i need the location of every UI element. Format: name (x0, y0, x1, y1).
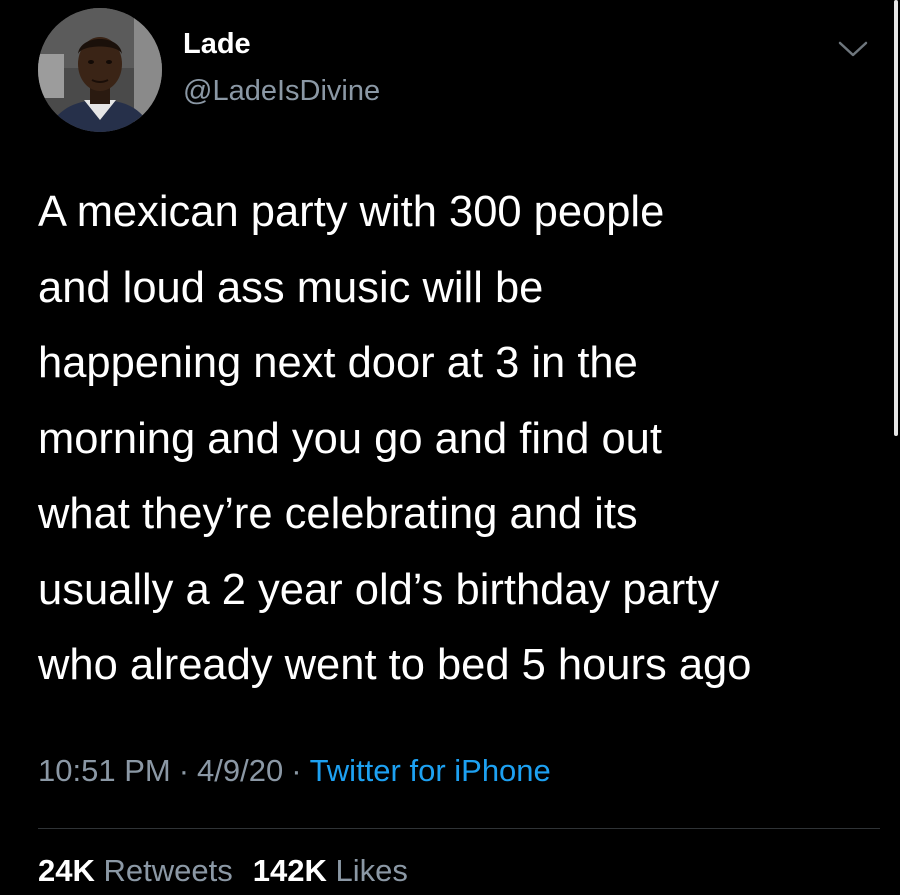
avatar[interactable] (38, 8, 162, 132)
tweet-time[interactable]: 10:51 PM (38, 753, 171, 788)
retweets-count: 24K (38, 853, 95, 888)
tweet-stats: 24K Retweets 142K Likes (38, 853, 408, 889)
meta-separator: · (291, 753, 302, 788)
divider (38, 828, 880, 829)
tweet-text-line: who already went to bed 5 hours ago (38, 641, 752, 689)
tweet-date[interactable]: 4/9/20 (197, 753, 283, 788)
tweet-text-line: and loud ass music will be (38, 263, 544, 312)
tweet-text-line: usually a 2 year old’s birthday party (38, 565, 720, 614)
author-display-name[interactable]: Lade (183, 28, 251, 61)
tweet-text-line: what they’re celebrating and its (38, 490, 638, 538)
retweets-label: Retweets (103, 853, 233, 888)
tweet-meta: 10:51 PM · 4/9/20 · Twitter for iPhone (38, 753, 551, 789)
tweet-text-line: A mexican party with 300 people (38, 188, 665, 236)
tweet-menu-button[interactable] (836, 35, 870, 63)
scrollbar-thumb[interactable] (894, 0, 898, 436)
tweet: Lade @LadeIsDivine A mexican party with … (0, 0, 900, 895)
tweet-text: A mexican party with 300 people and loud… (38, 175, 883, 704)
profile-photo-image (38, 8, 162, 132)
tweet-text-line: morning and you go and find out (38, 414, 662, 463)
chevron-down-icon (838, 41, 868, 57)
tweet-text-line: happening next door at 3 in the (38, 339, 638, 387)
likes-count: 142K (252, 853, 327, 888)
likes-stat[interactable]: 142K Likes (253, 853, 408, 889)
author-handle[interactable]: @LadeIsDivine (183, 75, 380, 108)
tweet-source-link[interactable]: Twitter for iPhone (310, 753, 551, 788)
meta-separator: · (178, 753, 190, 788)
retweets-stat[interactable]: 24K Retweets (38, 853, 233, 889)
scrollbar[interactable] (892, 0, 900, 436)
likes-label: Likes (335, 853, 408, 888)
